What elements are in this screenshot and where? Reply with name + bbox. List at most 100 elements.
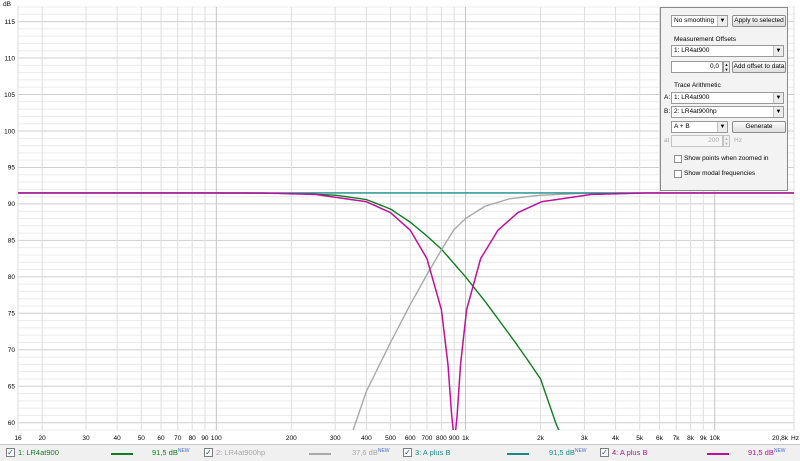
- x-tick-label: 5k: [636, 435, 644, 442]
- x-tick-label: 90: [201, 435, 209, 442]
- legend-value-1: 91,5 dBNEW: [152, 447, 190, 458]
- y-tick-label: 60: [8, 420, 16, 427]
- x-tick-label: 1k: [462, 435, 470, 442]
- show-points-label: Show points when zoomed in: [684, 155, 769, 162]
- x-tick-label: 400: [361, 435, 372, 442]
- x-tick-label: 70: [174, 435, 182, 442]
- legend-name-2[interactable]: 2: LR4at900hp: [216, 447, 265, 458]
- a-label: A:: [664, 94, 671, 101]
- x-tick-label: 16: [14, 435, 22, 442]
- trace-b-select[interactable]: 2: LR4at900hp ▼: [671, 106, 784, 118]
- x-tick-label: 20: [39, 435, 47, 442]
- operation-select[interactable]: A + B ▼: [671, 121, 728, 133]
- trace-a-select[interactable]: 1: LR4at900 ▼: [671, 92, 784, 104]
- x-tick-label: 800: [436, 435, 447, 442]
- offset-measurement-select[interactable]: 1: LR4at900 ▼: [671, 45, 784, 57]
- y-tick-label: 110: [5, 55, 16, 62]
- chevron-down-icon[interactable]: ▼: [773, 93, 783, 103]
- offset-measurement-value: 1: LR4at900: [674, 47, 710, 54]
- show-modal-label: Show modal frequencies: [684, 170, 756, 177]
- legend-checkbox-1[interactable]: ✓: [6, 448, 15, 457]
- legend-value-text-2: 37,6 dB: [352, 448, 378, 457]
- x-tick-label: 6k: [656, 435, 664, 442]
- offset-value-input[interactable]: 0,0: [671, 61, 723, 73]
- x-tick-label: 50: [138, 435, 146, 442]
- y-tick-label: 90: [8, 201, 16, 208]
- smoothing-select[interactable]: No smoothing ▼: [671, 15, 728, 27]
- legend-value-4: 91,5 dBNEW: [748, 447, 786, 458]
- y-tick-label: 80: [8, 274, 16, 281]
- legend-checkbox-2[interactable]: ✓: [204, 448, 213, 457]
- y-tick-label: 95: [8, 165, 16, 172]
- x-tick-label: 8k: [687, 435, 695, 442]
- x-tick-label: 3k: [581, 435, 589, 442]
- legend-swatch-3: [507, 453, 529, 455]
- x-tick-label: 100: [211, 435, 222, 442]
- legend-name-1[interactable]: 1: LR4at900: [18, 447, 59, 458]
- frequency-input[interactable]: 200: [671, 135, 723, 147]
- x-tick-label: 600: [405, 435, 416, 442]
- measurement-offsets-heading: Measurement Offsets: [674, 36, 737, 43]
- legend-value-text-4: 91,5 dB: [748, 448, 774, 457]
- chevron-down-icon[interactable]: ▼: [773, 107, 783, 117]
- legend-name-4[interactable]: 4: A plus B: [612, 447, 647, 458]
- legend-badge-2: NEW: [377, 448, 390, 454]
- show-points-checkbox[interactable]: [674, 155, 682, 163]
- frequency-prefix: at: [664, 137, 670, 144]
- legend-name-3[interactable]: 3: A plus B: [415, 447, 450, 458]
- legend-swatch-1: [111, 453, 133, 455]
- y-tick-label: 75: [8, 311, 16, 318]
- legend-checkbox-4[interactable]: ✓: [600, 448, 609, 457]
- x-tick-label: 30: [82, 435, 90, 442]
- y-tick-label: 105: [4, 92, 15, 99]
- generate-button[interactable]: Generate: [732, 121, 786, 133]
- x-tick-label: 900: [449, 435, 460, 442]
- trace-b-value: 2: LR4at900hp: [674, 108, 717, 115]
- chevron-down-icon[interactable]: ▼: [773, 46, 783, 56]
- frequency-spinner[interactable]: ▲ ▼: [723, 135, 730, 147]
- smoothing-value: No smoothing: [674, 17, 715, 24]
- apply-to-selected-button[interactable]: Apply to selected: [732, 15, 786, 27]
- legend-bar: ✓ 1: LR4at900 91,5 dBNEW ✓ 2: LR4at900hp…: [0, 444, 800, 461]
- offset-value: 0,0: [709, 63, 719, 70]
- x-tick-label: 700: [422, 435, 433, 442]
- chevron-down-icon[interactable]: ▼: [717, 16, 727, 26]
- x-tick-labels: 16 20 30 40 50 60 70 80 90 100 200 300 400 500 600 700 8…: [14, 435, 788, 442]
- x-tick-label: 10k: [709, 435, 720, 442]
- operation-value: A + B: [674, 123, 690, 130]
- y-tick-label: 65: [8, 384, 16, 391]
- trace-arithmetic-heading: Trace Arithmetic: [674, 82, 721, 89]
- legend-swatch-4: [707, 453, 729, 455]
- y-axis-unit: dB: [3, 1, 11, 8]
- legend-checkbox-3[interactable]: ✓: [403, 448, 412, 457]
- x-tick-label: 20,8k: [772, 435, 789, 442]
- y-tick-label: 70: [8, 347, 16, 354]
- add-offset-button[interactable]: Add offset to data: [732, 61, 786, 73]
- trace-a-value: 1: LR4at900: [674, 94, 710, 101]
- y-tick-label: 100: [4, 128, 15, 135]
- offset-spinner[interactable]: ▲ ▼: [723, 61, 730, 73]
- x-tick-label: 7k: [673, 435, 681, 442]
- x-tick-label: 200: [286, 435, 297, 442]
- legend-badge-4: NEW: [773, 448, 786, 454]
- legend-value-3: 91,5 dBNEW: [549, 447, 587, 458]
- legend-value-2: 37,6 dBNEW: [352, 447, 390, 458]
- frequency-value: 200: [708, 137, 719, 144]
- y-tick-label: 115: [5, 19, 16, 26]
- chevron-down-icon[interactable]: ▼: [717, 122, 727, 132]
- x-tick-label: 4k: [612, 435, 620, 442]
- x-axis-unit: Hz: [791, 435, 799, 442]
- x-tick-label: 300: [330, 435, 341, 442]
- legend-badge-3: NEW: [574, 448, 587, 454]
- legend-value-text-1: 91,5 dB: [152, 448, 178, 457]
- legend-swatch-2: [309, 453, 331, 455]
- show-modal-checkbox[interactable]: [674, 170, 682, 178]
- legend-badge-1: NEW: [177, 448, 190, 454]
- x-tick-label: 40: [114, 435, 122, 442]
- frequency-unit: Hz: [734, 137, 742, 144]
- control-panel: No smoothing ▼ Apply to selected Measure…: [660, 7, 788, 191]
- x-tick-label: 2k: [537, 435, 545, 442]
- b-label: B:: [664, 108, 671, 115]
- x-tick-label: 80: [189, 435, 197, 442]
- x-tick-label: 60: [157, 435, 165, 442]
